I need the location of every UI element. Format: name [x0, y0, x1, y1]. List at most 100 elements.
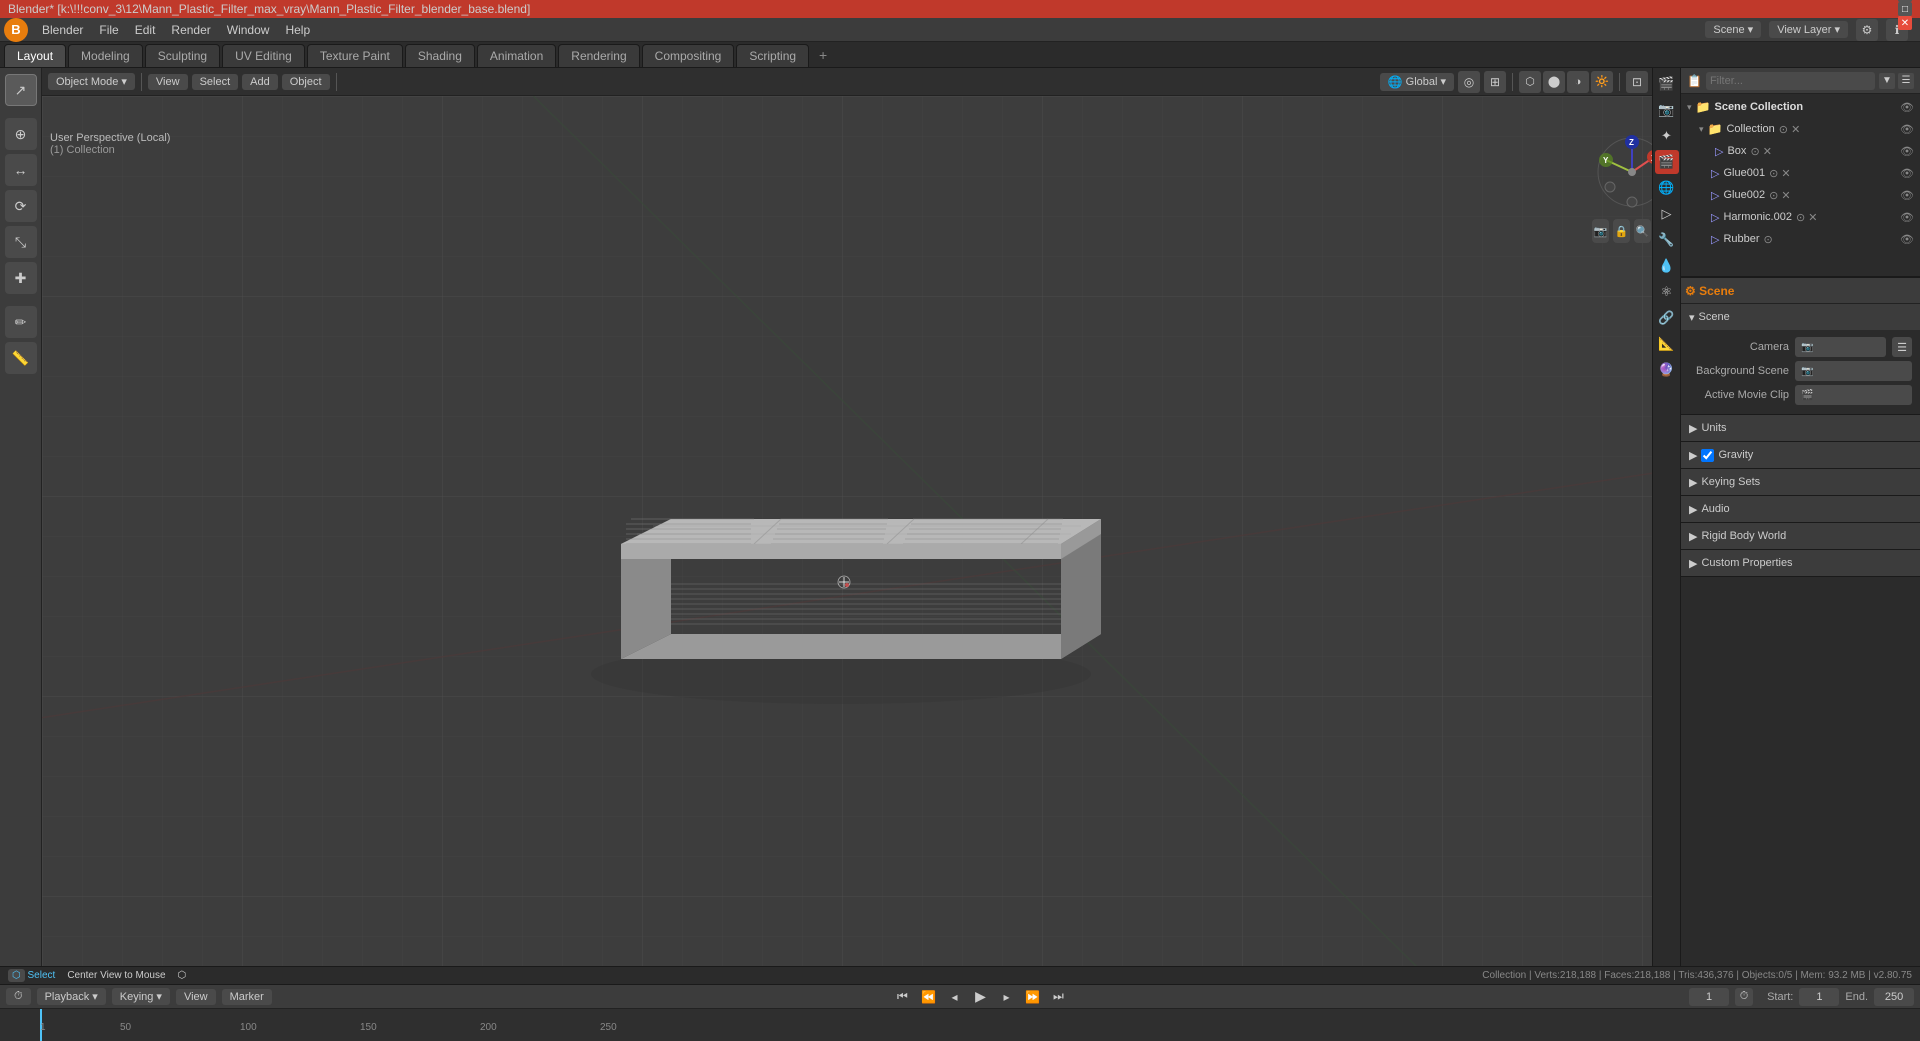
next-keyframe[interactable]: ⏩ [1022, 987, 1042, 1007]
prop-icon-scene[interactable]: 🎬 [1655, 150, 1679, 174]
viewport-pivot-icon[interactable]: ◎ [1458, 71, 1480, 93]
tool-select[interactable]: ↗ [5, 74, 37, 106]
outliner-item-collection[interactable]: ▾ 📁 Collection ⊙ ✕ 👁 [1693, 118, 1920, 140]
prev-frame[interactable]: ◂ [944, 987, 964, 1007]
tool-move[interactable]: ↔ [5, 154, 37, 186]
active-movie-clip-value[interactable]: 🎬 [1795, 385, 1912, 405]
keying-menu[interactable]: Keying ▾ [112, 988, 170, 1005]
background-scene-value[interactable]: 📷 [1795, 361, 1912, 381]
viewport-mode-button[interactable]: Object Mode ▾ [48, 73, 135, 90]
outliner-options-icon[interactable]: ☰ [1898, 73, 1914, 89]
prop-icon-physics[interactable]: ⚛ [1655, 280, 1679, 304]
menu-edit[interactable]: Edit [127, 21, 164, 39]
jump-to-end[interactable]: ⏭ [1048, 987, 1068, 1007]
menu-help[interactable]: Help [277, 21, 318, 39]
jump-to-start[interactable]: ⏮ [892, 987, 912, 1007]
tab-compositing[interactable]: Compositing [642, 44, 735, 67]
camera-value[interactable]: 📷 [1795, 337, 1886, 357]
audio-section-header[interactable]: ▶ Audio [1681, 496, 1920, 522]
prop-icon-output[interactable]: 📷 [1655, 98, 1679, 122]
outliner-item-glue002[interactable]: ▷ Glue002 ⊙ ✕ 👁 [1705, 184, 1920, 206]
outliner-filter-icon[interactable]: ▼ [1879, 73, 1895, 89]
scene-section-header[interactable]: ▾ Scene [1681, 304, 1920, 330]
prop-icon-modifiers[interactable]: 🔧 [1655, 228, 1679, 252]
tab-sculpting[interactable]: Sculpting [145, 44, 220, 67]
prev-keyframe[interactable]: ⏪ [918, 987, 938, 1007]
center-view-label[interactable]: Center View to Mouse [67, 970, 165, 981]
visibility-eye[interactable]: 👁 [1900, 145, 1914, 158]
visibility-eye[interactable]: 👁 [1900, 233, 1914, 246]
tool-cursor[interactable]: ⊕ [5, 118, 37, 150]
viewport-overlay-icon[interactable]: ⊡ [1626, 71, 1648, 93]
settings-icon[interactable]: ⚙ [1856, 19, 1878, 41]
tool-measure[interactable]: 📏 [5, 342, 37, 374]
tab-uv-editing[interactable]: UV Editing [222, 44, 305, 67]
outliner-item-box[interactable]: ▷ Box ⊙ ✕ 👁 [1705, 140, 1920, 162]
prop-icon-view-layer[interactable]: ✦ [1655, 124, 1679, 148]
keying-sets-header[interactable]: ▶ Keying Sets [1681, 469, 1920, 495]
current-frame-input[interactable] [1689, 988, 1729, 1006]
start-frame-input[interactable] [1799, 988, 1839, 1006]
camera-view-icon[interactable]: 📷 [1592, 219, 1609, 243]
close-button[interactable]: ✕ [1898, 16, 1912, 30]
tab-modeling[interactable]: Modeling [68, 44, 143, 67]
prop-icon-render[interactable]: 🎬 [1655, 72, 1679, 96]
visibility-eye[interactable]: 👁 [1900, 123, 1914, 136]
render-label[interactable]: ⬡ [178, 970, 187, 981]
outliner-item-scene-collection[interactable]: ▾ 📁 Scene Collection 👁 [1681, 96, 1920, 118]
visibility-eye[interactable]: 👁 [1900, 211, 1914, 224]
prop-icon-particles[interactable]: 💧 [1655, 254, 1679, 278]
visibility-eye[interactable]: 👁 [1900, 189, 1914, 202]
view-layer-selector[interactable]: View Layer ▾ [1769, 21, 1848, 38]
menu-blender[interactable]: Blender [34, 21, 91, 39]
rigid-body-world-header[interactable]: ▶ Rigid Body World [1681, 523, 1920, 549]
timeline-ruler[interactable]: 1 50 100 150 200 250 [0, 1009, 1920, 1041]
menu-file[interactable]: File [91, 21, 126, 39]
play-pause[interactable]: ▶ [970, 987, 990, 1007]
prop-icon-material[interactable]: 🔮 [1655, 358, 1679, 382]
viewport-view-button[interactable]: View [148, 74, 188, 90]
tool-scale[interactable]: ⤡ [5, 226, 37, 258]
visibility-eye[interactable]: 👁 [1900, 101, 1914, 114]
units-section-header[interactable]: ▶ Units [1681, 415, 1920, 441]
marker-menu[interactable]: Marker [222, 989, 272, 1005]
prop-icon-object[interactable]: ▷ [1655, 202, 1679, 226]
view-menu[interactable]: View [176, 989, 216, 1005]
tool-annotate[interactable]: ✏ [5, 306, 37, 338]
add-workspace-button[interactable]: + [811, 43, 835, 67]
shading-render[interactable]: 🔆 [1591, 71, 1613, 93]
prop-icon-constraints[interactable]: 🔗 [1655, 306, 1679, 330]
lock-view-icon[interactable]: 🔒 [1613, 219, 1630, 243]
tab-texture-paint[interactable]: Texture Paint [307, 44, 403, 67]
scene-selector[interactable]: Scene ▾ [1705, 21, 1761, 38]
tab-rendering[interactable]: Rendering [558, 44, 639, 67]
end-frame-input[interactable] [1874, 988, 1914, 1006]
visibility-eye[interactable]: 👁 [1900, 167, 1914, 180]
playback-menu[interactable]: Playback ▾ [37, 988, 106, 1005]
maximize-button[interactable]: □ [1898, 2, 1912, 16]
viewport[interactable]: Object Mode ▾ View Select Add Object 🌐 G… [42, 68, 1680, 984]
tab-scripting[interactable]: Scripting [736, 44, 809, 67]
next-frame[interactable]: ▸ [996, 987, 1016, 1007]
prop-icon-world[interactable]: 🌐 [1655, 176, 1679, 200]
custom-properties-header[interactable]: ▶ Custom Properties [1681, 550, 1920, 576]
outliner-item-glue001[interactable]: ▷ Glue001 ⊙ ✕ 👁 [1705, 162, 1920, 184]
outliner-item-harmonic002[interactable]: ▷ Harmonic.002 ⊙ ✕ 👁 [1705, 206, 1920, 228]
tab-shading[interactable]: Shading [405, 44, 475, 67]
outliner-item-rubber[interactable]: ▷ Rubber ⊙ 👁 [1705, 228, 1920, 250]
tool-transform[interactable]: ✚ [5, 262, 37, 294]
outliner-search-input[interactable] [1706, 72, 1875, 90]
prop-icon-data[interactable]: 📐 [1655, 332, 1679, 356]
menu-window[interactable]: Window [219, 21, 278, 39]
shading-solid[interactable]: ⬤ [1543, 71, 1565, 93]
menu-render[interactable]: Render [163, 21, 218, 39]
tab-layout[interactable]: Layout [4, 44, 66, 67]
viewport-global-button[interactable]: 🌐 Global ▾ [1380, 73, 1454, 91]
camera-browse-btn[interactable]: ☰ [1892, 337, 1912, 357]
viewport-add-button[interactable]: Add [242, 74, 278, 90]
gravity-section-header[interactable]: ▶ Gravity [1681, 442, 1920, 468]
status-select[interactable]: ⬡ Select [8, 970, 55, 981]
gravity-checkbox[interactable] [1701, 449, 1714, 462]
tab-animation[interactable]: Animation [477, 44, 556, 67]
shading-wireframe[interactable]: ⬡ [1519, 71, 1541, 93]
